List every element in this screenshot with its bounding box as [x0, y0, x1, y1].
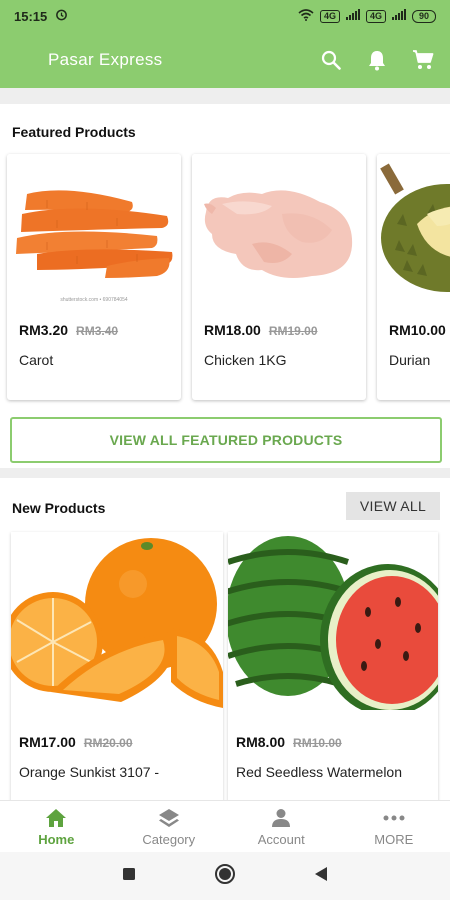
orange-image: [11, 532, 223, 710]
watermelon-image: [228, 532, 438, 716]
product-name: Durian: [389, 352, 431, 368]
search-icon[interactable]: [320, 49, 342, 71]
price-row: RM8.00 RM10.00: [236, 734, 342, 750]
nav-item-account[interactable]: Account: [225, 801, 338, 852]
status-time: 15:15: [14, 8, 48, 24]
old-price: RM3.40: [76, 324, 119, 338]
status-indicators: 4G 4G 90: [298, 8, 436, 24]
system-navigation-bar: [0, 852, 450, 900]
durian-image: [377, 154, 450, 306]
price-row: RM10.00: [389, 322, 446, 338]
image-caption: shutterstock.com • 690784054: [60, 297, 128, 303]
bottom-navigation: Home Category Account MORE: [0, 800, 450, 852]
app-title: Pasar Express: [48, 50, 163, 69]
product-card-orange[interactable]: RM17.00 RM20.00 Orange Sunkist 3107 -: [11, 532, 223, 800]
nav-item-more[interactable]: MORE: [338, 801, 450, 852]
price-row: RM17.00 RM20.00: [19, 734, 133, 750]
app-actions: [320, 32, 434, 88]
recents-square-icon[interactable]: [122, 867, 136, 886]
cart-icon[interactable]: [412, 49, 434, 71]
nav-label: Home: [38, 831, 75, 847]
view-all-new-button[interactable]: VIEW ALL: [346, 492, 440, 520]
alarm-icon: [55, 8, 68, 24]
bell-icon[interactable]: [366, 49, 388, 71]
layers-icon: [157, 807, 181, 829]
product-card-carrot[interactable]: shutterstock.com • 690784054 RM3.20 RM3.…: [7, 154, 181, 400]
product-name: Orange Sunkist 3107 -: [19, 764, 160, 780]
nav-item-category[interactable]: Category: [113, 801, 226, 852]
content-scroll[interactable]: Featured Products shutterstock.com • 690…: [0, 88, 450, 800]
battery-icon: 90: [411, 9, 436, 23]
price: RM8.00: [236, 734, 286, 750]
back-triangle-icon[interactable]: [314, 866, 328, 887]
nav-item-home[interactable]: Home: [0, 801, 113, 852]
new-products-section: New Products VIEW ALL RM17.00 RM20.00 Or…: [0, 478, 450, 800]
featured-section: Featured Products shutterstock.com • 690…: [0, 104, 450, 468]
app-bar: Pasar Express: [0, 32, 450, 88]
new-products-title: New Products: [12, 500, 106, 516]
home-circle-icon[interactable]: [214, 863, 236, 890]
status-bar: 15:15 4G 4G 90: [0, 0, 450, 32]
price: RM3.20: [19, 322, 69, 338]
home-icon: [44, 807, 68, 829]
nav-label: MORE: [374, 831, 414, 847]
price-row: RM3.20 RM3.40: [19, 322, 118, 338]
old-price: RM10.00: [293, 736, 342, 750]
product-name: Red Seedless Watermelon: [236, 764, 403, 780]
view-all-featured-button[interactable]: VIEW ALL FEATURED PRODUCTS: [10, 417, 442, 463]
product-card-watermelon[interactable]: RM8.00 RM10.00 Red Seedless Watermelon: [228, 532, 438, 800]
chicken-image: [192, 154, 366, 306]
carrot-image: shutterstock.com • 690784054: [7, 154, 181, 306]
price: RM17.00: [19, 734, 76, 750]
product-card-chicken[interactable]: RM18.00 RM19.00 Chicken 1KG: [192, 154, 366, 400]
nav-label: Account: [257, 831, 305, 847]
price-row: RM18.00 RM19.00: [204, 322, 318, 338]
signal-icon: [391, 9, 406, 23]
price: RM18.00: [204, 322, 261, 338]
price: RM10.00: [389, 322, 446, 338]
wifi-icon: [298, 8, 314, 24]
old-price: RM19.00: [268, 324, 318, 338]
signal-icon: [345, 9, 360, 23]
featured-title: Featured Products: [12, 124, 136, 140]
more-dots-icon: [382, 807, 406, 829]
volte-icon: 4G: [365, 9, 386, 23]
product-name: Carot: [19, 352, 54, 368]
product-name: Chicken 1KG: [204, 352, 287, 368]
volte-icon: 4G: [319, 9, 340, 23]
product-card-durian[interactable]: RM10.00 Durian: [377, 154, 450, 400]
old-price: RM20.00: [83, 736, 133, 750]
nav-label: Category: [142, 831, 196, 847]
person-icon: [269, 807, 293, 829]
